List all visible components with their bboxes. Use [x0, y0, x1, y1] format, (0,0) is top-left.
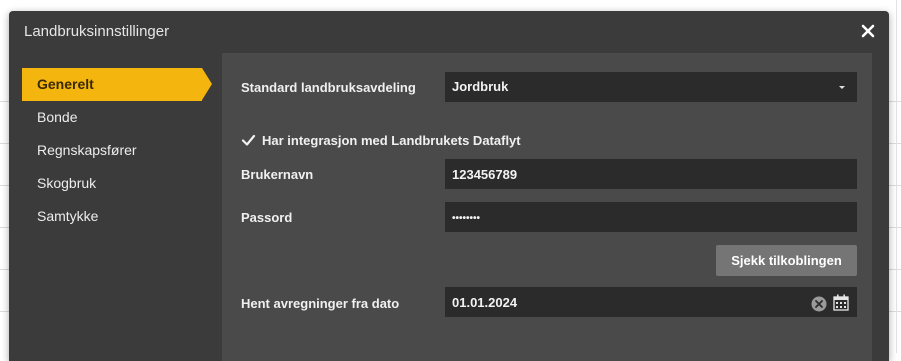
test-connection-button[interactable]: Sjekk tilkoblingen: [716, 245, 857, 276]
sidebar-item-generelt[interactable]: Generelt: [22, 68, 212, 101]
date-field[interactable]: [445, 287, 857, 317]
dialog-header: Landbruksinnstillinger: [9, 11, 889, 53]
username-field[interactable]: [445, 159, 857, 189]
settings-dialog: Landbruksinnstillinger Generelt Bonde Re…: [9, 11, 889, 361]
close-icon[interactable]: [859, 22, 877, 40]
calendar-icon[interactable]: [833, 293, 849, 311]
settings-sidebar: Generelt Bonde Regnskapsfører Skogbruk S…: [9, 53, 221, 361]
password-label: Passord: [241, 210, 293, 225]
sidebar-item-bonde[interactable]: Bonde: [22, 101, 202, 134]
sidebar-item-samtykke[interactable]: Samtykke: [22, 200, 202, 233]
clear-icon[interactable]: [811, 294, 827, 312]
background-divider: [896, 0, 897, 353]
settings-content: Standard landbruksavdeling Jordbruk Har …: [222, 53, 872, 361]
password-value: ••••••••: [452, 213, 481, 224]
department-label: Standard landbruksavdeling: [241, 80, 416, 95]
sidebar-item-regnskapsforer[interactable]: Regnskapsfører: [22, 134, 202, 167]
sidebar-item-skogbruk[interactable]: Skogbruk: [22, 167, 202, 200]
department-value: Jordbruk: [452, 79, 509, 94]
username-input[interactable]: [452, 160, 792, 188]
date-label: Hent avregninger fra dato: [241, 296, 400, 311]
department-select[interactable]: Jordbruk: [445, 72, 857, 102]
dialog-title: Landbruksinnstillinger: [24, 23, 170, 40]
username-label: Brukernavn: [241, 167, 314, 182]
chevron-down-icon: [839, 86, 845, 89]
date-input[interactable]: [452, 288, 792, 316]
integration-label: Har integrasjon med Landbrukets Dataflyt: [262, 133, 521, 148]
integration-checkbox[interactable]: [241, 133, 256, 148]
password-field[interactable]: ••••••••: [445, 202, 857, 232]
